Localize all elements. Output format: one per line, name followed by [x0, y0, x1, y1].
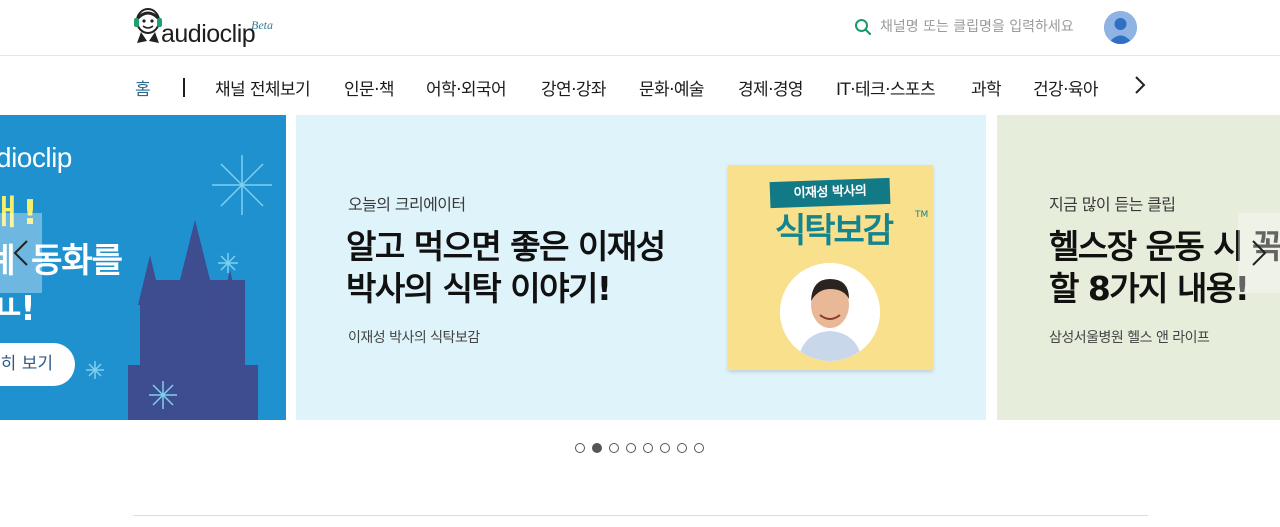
nav-item-all-channels[interactable]: 채널 전체보기 [215, 75, 311, 100]
channel-cover-image[interactable]: 이재성 박사의 식탁보감 TM [728, 165, 933, 370]
banner-brand: dioclip [0, 142, 72, 173]
pagination-dot[interactable] [575, 443, 585, 453]
pagination-dot[interactable] [609, 443, 619, 453]
search-input[interactable] [880, 16, 1090, 38]
banner-channel-name: 삼성서울병원 헬스 앤 라이프 [1049, 330, 1210, 346]
carousel-pagination [575, 443, 715, 455]
search-icon[interactable] [854, 18, 872, 36]
banner-slide-current[interactable]: 오늘의 크리에이터 알고 먹으면 좋은 이재성 박사의 식탁 이야기! 이재성 … [296, 115, 986, 420]
category-nav: 홈 채널 전체보기 인문·책 어학·외국어 강연·강좌 문화·예술 경제·경영 … [0, 57, 1280, 115]
nav-next-button[interactable] [1128, 71, 1152, 99]
banner-cta-button[interactable]: 히 보기 [0, 343, 75, 386]
pagination-dot-active[interactable] [592, 443, 602, 453]
pagination-dot[interactable] [677, 443, 687, 453]
cover-trademark: TM [915, 210, 929, 220]
nav-item-lectures[interactable]: 강연·강좌 [541, 75, 607, 100]
banner-eyebrow: 오늘의 크리에이터 [348, 195, 466, 214]
banner-slide-prev[interactable]: dioclip ㅐ! ㅖ 동화를 ㅛ! 히 보기 [0, 115, 286, 420]
banner-title-line2: 할 8가지 내용! [1049, 269, 1250, 308]
avatar[interactable] [1104, 11, 1137, 44]
chevron-right-icon [1135, 76, 1146, 94]
search-box [854, 16, 1094, 38]
person-portrait-icon [780, 263, 880, 361]
audioclip-logo[interactable]: audioclip Beta [133, 7, 283, 47]
carousel-next-button[interactable] [1238, 213, 1280, 293]
section-divider [133, 515, 1148, 516]
nav-item-culture[interactable]: 문화·예술 [639, 75, 705, 100]
nav-item-home[interactable]: 홈 [135, 75, 151, 100]
pagination-dot[interactable] [660, 443, 670, 453]
chevron-left-icon [13, 240, 28, 266]
nav-item-language[interactable]: 어학·외국어 [426, 75, 507, 100]
top-header: audioclip Beta [0, 0, 1280, 56]
cover-title: 식탁보감 [774, 211, 894, 251]
banner-channel-name: 이재성 박사의 식탁보감 [348, 330, 480, 346]
user-icon [1104, 11, 1137, 44]
pagination-dot[interactable] [694, 443, 704, 453]
nav-item-health[interactable]: 건강·육아 [1033, 75, 1099, 100]
banner-title-line1: 알고 먹으면 좋은 이재성 [346, 227, 666, 266]
nav-item-humanities[interactable]: 인문·책 [344, 75, 395, 100]
nav-item-science[interactable]: 과학 [971, 75, 1002, 100]
nav-item-it-tech-sports[interactable]: IT·테크·스포츠 [836, 75, 936, 100]
nav-item-economy[interactable]: 경제·경영 [738, 75, 804, 100]
logo-wordmark: audioclip [161, 20, 256, 48]
host-portrait [780, 263, 880, 361]
pagination-dot[interactable] [643, 443, 653, 453]
pagination-dot[interactable] [626, 443, 636, 453]
banner-eyebrow: 지금 많이 듣는 클립 [1049, 195, 1176, 214]
nav-divider [183, 78, 185, 97]
chevron-right-icon [1252, 240, 1267, 266]
mascot-icon [134, 8, 162, 43]
carousel-prev-button[interactable] [0, 213, 42, 293]
beta-label: Beta [251, 18, 273, 32]
banner-title-line2: 박사의 식탁 이야기! [346, 269, 612, 308]
banner-carousel: dioclip ㅐ! ㅖ 동화를 ㅛ! 히 보기 오늘의 크리에이터 알고 먹으… [0, 115, 1280, 420]
